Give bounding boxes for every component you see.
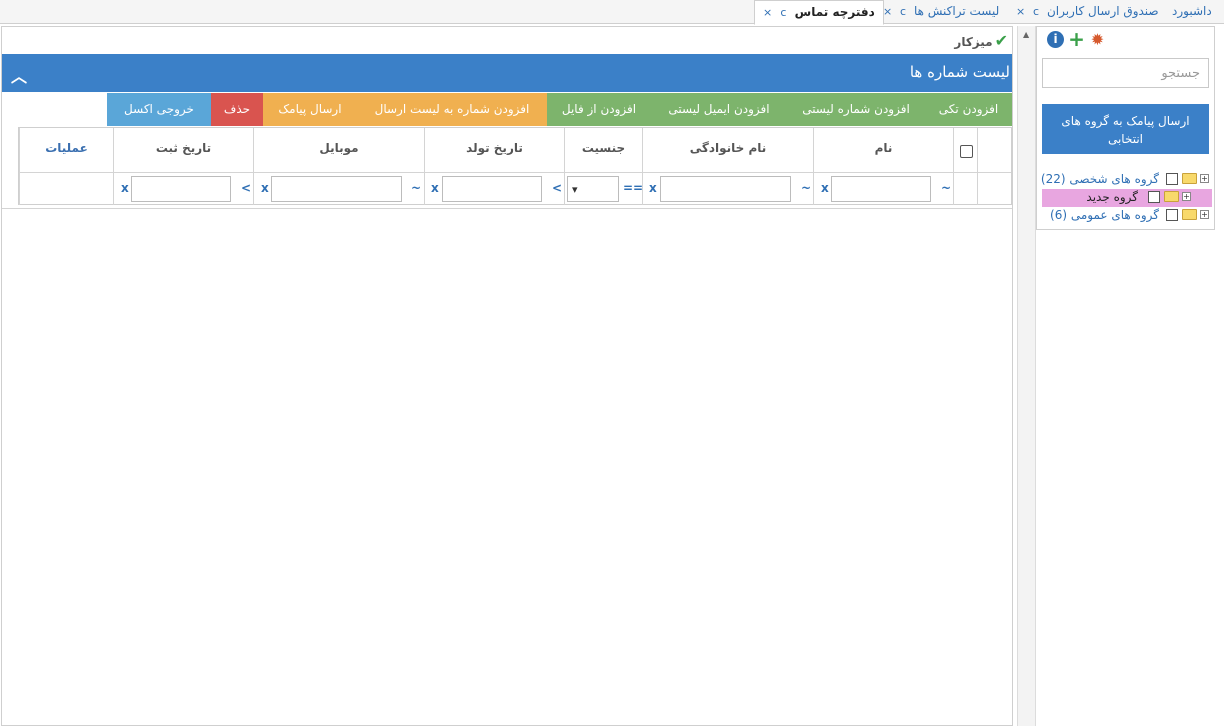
filter-cell-rownum bbox=[977, 173, 1011, 205]
export-excel-button[interactable]: خروجی اکسل bbox=[107, 93, 211, 126]
close-icon[interactable]: × bbox=[1016, 5, 1025, 18]
filter-op-contains[interactable]: ~ bbox=[801, 181, 811, 195]
expand-icon[interactable]: + bbox=[1200, 210, 1209, 219]
birthdate-filter-input[interactable] bbox=[442, 176, 542, 202]
close-icon[interactable]: × bbox=[763, 6, 772, 19]
delete-button[interactable]: حذف bbox=[211, 93, 263, 126]
clear-filter-icon[interactable]: x bbox=[261, 181, 269, 195]
tab-label: دفترچه تماس bbox=[794, 5, 875, 19]
col-header-regdate[interactable]: تاریخ ثبت bbox=[113, 128, 253, 172]
clear-filter-icon[interactable]: x bbox=[431, 181, 439, 195]
collapse-chevron-icon[interactable]: ︿ bbox=[11, 63, 27, 87]
close-icon[interactable]: × bbox=[883, 5, 892, 18]
tab-transactions[interactable]: لیست تراکنش ها c × bbox=[883, 0, 999, 24]
filter-cell-actions bbox=[19, 173, 113, 205]
clear-filter-icon[interactable]: x bbox=[121, 181, 129, 195]
col-header-select bbox=[953, 128, 977, 172]
add-from-file-button[interactable]: افزودن از فایل bbox=[547, 93, 651, 126]
clear-filter-icon[interactable]: x bbox=[821, 181, 829, 195]
add-icon[interactable]: + bbox=[1068, 29, 1085, 49]
filter-op-less-than[interactable]: < bbox=[552, 181, 562, 195]
tab-label: صندوق ارسال کاربران bbox=[1046, 4, 1159, 18]
filter-cell-select bbox=[953, 173, 977, 205]
tree-node-label: گروه های عمومی (6) bbox=[1050, 208, 1159, 222]
filter-cell-mobile: x ~ bbox=[253, 173, 424, 205]
tree-node-label: گروه جدید bbox=[1086, 190, 1138, 204]
groups-sidebar: i + ✹ ارسال پیامک به گروه های انتخابی + … bbox=[1036, 26, 1215, 230]
filter-cell-name: x ~ bbox=[813, 173, 953, 205]
mobile-filter-input[interactable] bbox=[271, 176, 402, 202]
chevron-down-icon: ▾ bbox=[572, 183, 578, 196]
reload-icon[interactable]: c bbox=[900, 5, 906, 18]
folder-icon bbox=[1164, 191, 1179, 202]
tab-contact-book[interactable]: دفترچه تماس c × bbox=[754, 0, 884, 25]
filter-op-contains[interactable]: ~ bbox=[411, 181, 421, 195]
col-header-gender[interactable]: جنسیت bbox=[564, 128, 642, 172]
col-header-actions[interactable]: عملیات bbox=[19, 128, 113, 172]
group-checkbox[interactable] bbox=[1166, 209, 1178, 221]
tree-node-personal-groups[interactable]: + گروه های شخصی (22) bbox=[1040, 171, 1212, 189]
tab-dashboard[interactable]: داشبورد bbox=[1172, 0, 1212, 24]
gear-icon[interactable]: ✹ bbox=[1089, 31, 1106, 48]
expand-icon[interactable]: + bbox=[1200, 174, 1209, 183]
filter-cell-gender: ▾ == bbox=[564, 173, 643, 205]
regdate-filter-input[interactable] bbox=[131, 176, 231, 202]
reload-icon[interactable]: c bbox=[780, 6, 786, 19]
breadcrumb[interactable]: ✔میزکار bbox=[954, 31, 1008, 50]
tab-label: داشبورد bbox=[1172, 4, 1212, 18]
folder-icon bbox=[1182, 173, 1197, 184]
panel-title: لیست شماره ها bbox=[909, 63, 1010, 81]
add-email-list-button[interactable]: افزودن ایمیل لیستی bbox=[651, 93, 787, 126]
col-header-name[interactable]: نام bbox=[813, 128, 953, 172]
grid-bottom-border bbox=[2, 208, 1012, 209]
col-header-family[interactable]: نام خانوادگی bbox=[642, 128, 813, 172]
contacts-grid: عملیات تاریخ ثبت موبایل تاریخ تولد جنسیت… bbox=[18, 127, 1012, 205]
col-header-rownum bbox=[977, 128, 1011, 172]
search-input[interactable] bbox=[1042, 58, 1209, 88]
select-all-checkbox[interactable] bbox=[960, 145, 973, 158]
main-panel: ✔میزکار لیست شماره ها ︿ خروجی اکسل حذف ا… bbox=[1, 26, 1013, 726]
groups-tree: + گروه های شخصی (22) + گروه جدید + گروه … bbox=[1040, 171, 1212, 225]
add-number-list-button[interactable]: افزودن شماره لیستی bbox=[787, 93, 925, 126]
tab-label: لیست تراکنش ها bbox=[913, 4, 1000, 18]
clear-filter-icon[interactable]: x bbox=[649, 181, 657, 195]
scrollbar[interactable]: ▲ bbox=[1017, 26, 1036, 726]
filter-op-equals[interactable]: == bbox=[623, 181, 643, 195]
filter-cell-regdate: x < bbox=[113, 173, 253, 205]
toolbar: خروجی اکسل حذف ارسال پیامک افزودن شماره … bbox=[107, 93, 1012, 126]
filter-cell-birthdate: x < bbox=[424, 173, 564, 205]
send-sms-button[interactable]: ارسال پیامک bbox=[263, 93, 357, 126]
group-checkbox[interactable] bbox=[1166, 173, 1178, 185]
info-icon[interactable]: i bbox=[1047, 31, 1064, 48]
panel-header: لیست شماره ها ︿ bbox=[2, 54, 1012, 92]
col-header-mobile[interactable]: موبایل bbox=[253, 128, 424, 172]
family-filter-input[interactable] bbox=[660, 176, 791, 202]
name-filter-input[interactable] bbox=[831, 176, 931, 202]
checkmark-icon: ✔ bbox=[994, 31, 1008, 50]
group-checkbox[interactable] bbox=[1148, 191, 1160, 203]
gender-filter-select[interactable]: ▾ bbox=[567, 176, 619, 202]
tree-node-label: گروه های شخصی (22) bbox=[1040, 172, 1159, 186]
tree-node-new-group[interactable]: + گروه جدید bbox=[1042, 189, 1212, 207]
filter-cell-family: x ~ bbox=[642, 173, 813, 205]
filter-op-contains[interactable]: ~ bbox=[941, 181, 951, 195]
tab-user-outbox[interactable]: صندوق ارسال کاربران c × bbox=[1016, 0, 1159, 24]
breadcrumb-label: میزکار bbox=[954, 35, 993, 49]
col-header-birthdate[interactable]: تاریخ تولد bbox=[424, 128, 564, 172]
scroll-up-icon[interactable]: ▲ bbox=[1023, 30, 1029, 39]
sidebar-icons: i + ✹ bbox=[1047, 29, 1127, 51]
add-single-button[interactable]: افزودن تکی bbox=[925, 93, 1012, 126]
expand-icon[interactable]: + bbox=[1182, 192, 1191, 201]
add-to-send-list-button[interactable]: افزودن شماره به لیست ارسال bbox=[357, 93, 547, 126]
reload-icon[interactable]: c bbox=[1033, 5, 1039, 18]
tab-bar: داشبورد صندوق ارسال کاربران c × لیست ترا… bbox=[0, 0, 1224, 25]
filter-op-less-than[interactable]: < bbox=[241, 181, 251, 195]
folder-icon bbox=[1182, 209, 1197, 220]
tree-node-public-groups[interactable]: + گروه های عمومی (6) bbox=[1040, 207, 1212, 225]
send-to-groups-button[interactable]: ارسال پیامک به گروه های انتخابی bbox=[1042, 104, 1209, 154]
